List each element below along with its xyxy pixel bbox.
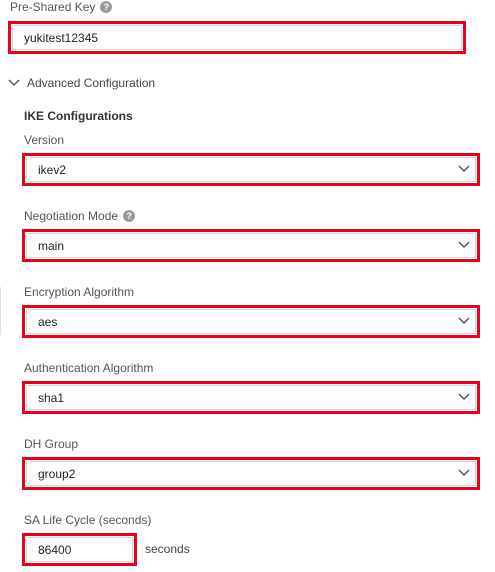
- help-icon[interactable]: ?: [123, 210, 136, 222]
- psk-label: Pre-Shared Key ?: [10, 0, 113, 14]
- chevron-down-icon: [458, 392, 470, 400]
- authentication-algorithm-label-text: Authentication Algorithm: [24, 361, 154, 375]
- dh-group-select[interactable]: group2: [22, 457, 480, 490]
- help-icon[interactable]: ?: [100, 1, 113, 13]
- encryption-algorithm-select[interactable]: aes: [22, 305, 480, 338]
- chevron-down-icon: [458, 240, 470, 248]
- authentication-algorithm-select-value: sha1: [38, 390, 65, 405]
- left-divider: [0, 287, 1, 335]
- dh-group-label: DH Group: [24, 437, 78, 451]
- chevron-down-icon: [458, 164, 470, 172]
- sa-life-cycle-label: SA Life Cycle (seconds): [24, 513, 151, 527]
- version-label: Version: [24, 133, 64, 147]
- negotiation-mode-label: Negotiation Mode ?: [24, 209, 136, 223]
- psk-input[interactable]: yukitest12345: [8, 21, 466, 54]
- chevron-down-icon: [458, 316, 470, 324]
- authentication-algorithm-label: Authentication Algorithm: [24, 361, 153, 375]
- ike-configurations-heading: IKE Configurations: [24, 109, 133, 123]
- psk-input-value: yukitest12345: [24, 30, 99, 45]
- encryption-algorithm-label-text: Encryption Algorithm: [24, 285, 135, 299]
- dh-group-label-text: DH Group: [24, 437, 79, 451]
- version-select-value: ikev2: [38, 162, 67, 177]
- chevron-down-icon: [8, 79, 20, 87]
- advanced-configuration-label: Advanced Configuration: [27, 76, 156, 90]
- version-label-text: Version: [24, 133, 65, 147]
- chevron-down-icon: [458, 468, 470, 476]
- sa-life-cycle-input-value: 86400: [38, 542, 72, 557]
- authentication-algorithm-select[interactable]: sha1: [22, 381, 480, 414]
- sa-life-cycle-label-text: SA Life Cycle (seconds): [24, 513, 152, 527]
- negotiation-mode-select[interactable]: main: [22, 229, 480, 262]
- encryption-algorithm-select-value: aes: [38, 314, 58, 329]
- negotiation-mode-select-value: main: [38, 238, 65, 253]
- psk-label-text: Pre-Shared Key: [10, 0, 96, 14]
- encryption-algorithm-label: Encryption Algorithm: [24, 285, 134, 299]
- version-select[interactable]: ikev2: [22, 153, 480, 186]
- sa-life-cycle-input[interactable]: 86400: [22, 533, 137, 566]
- dh-group-select-value: group2: [38, 466, 76, 481]
- sa-life-cycle-unit: seconds: [145, 542, 190, 556]
- negotiation-mode-label-text: Negotiation Mode: [24, 209, 119, 223]
- advanced-configuration-toggle[interactable]: Advanced Configuration: [8, 76, 155, 90]
